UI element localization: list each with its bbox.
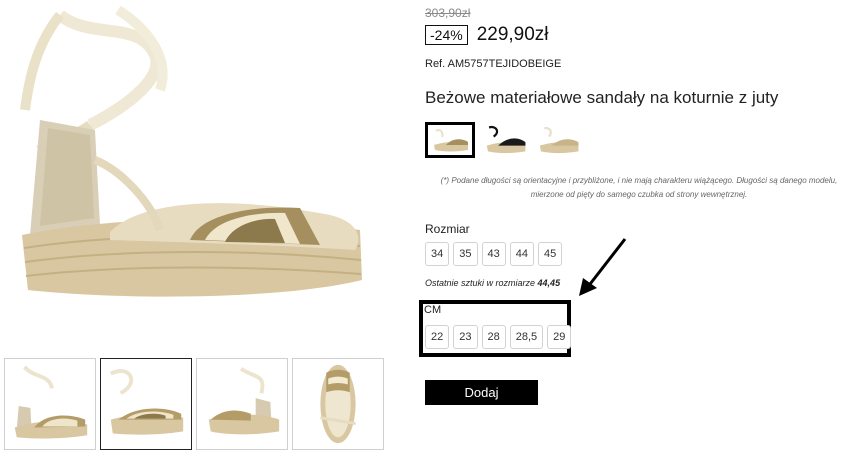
cm-option[interactable]: 22 <box>425 325 450 349</box>
disclaimer-line-2: mierzone od pięty do samego czubka od st… <box>530 190 748 199</box>
price-row: -24% 229,90zł <box>425 24 549 46</box>
size-options-cm: 22 23 28 28,5 29 <box>425 325 575 349</box>
cm-option[interactable]: 28,5 <box>509 325 544 349</box>
size-option[interactable]: 44 <box>509 242 534 266</box>
cm-option[interactable]: 23 <box>453 325 478 349</box>
cm-option[interactable]: 28 <box>481 325 506 349</box>
size-option[interactable]: 35 <box>453 242 478 266</box>
size-label: Rozmiar <box>425 222 470 236</box>
annotation-arrow-icon <box>579 238 627 296</box>
main-product-image[interactable] <box>0 0 392 345</box>
beige-alt-icon <box>533 122 583 158</box>
thumbnail-sandal-image <box>14 365 88 439</box>
color-option-black[interactable] <box>480 122 530 158</box>
product-reference: Ref. AM5757TEJIDOBEIGE <box>425 58 562 70</box>
last-pieces-sizes: 44,45 <box>537 278 561 288</box>
color-option-beige[interactable] <box>425 122 475 158</box>
thumbnail-3[interactable] <box>196 358 288 450</box>
cm-option[interactable]: 29 <box>547 325 572 349</box>
size-disclaimer: (*) Podane długości są orientacyjne i pr… <box>425 174 853 202</box>
cm-label: CM <box>424 304 442 316</box>
current-price: 229,90zł <box>476 24 549 45</box>
disclaimer-line-1: (*) Podane długości są orientacyjne i pr… <box>440 176 838 185</box>
thumbnail-2[interactable] <box>100 358 192 450</box>
size-option[interactable]: 34 <box>425 242 450 266</box>
size-options-eu: 34 35 43 44 45 <box>425 242 566 266</box>
espadrille-sandal-image <box>20 5 362 297</box>
thumbnail-sandal-image <box>208 367 280 435</box>
discount-badge: -24% <box>425 25 468 45</box>
add-to-cart-button[interactable]: Dodaj <box>425 380 538 405</box>
color-option-beige-alt[interactable] <box>533 122 583 158</box>
black-icon <box>480 122 530 158</box>
thumbnail-sandal-image <box>109 369 184 435</box>
product-title: Beżowe materiałowe sandały na koturnie z… <box>425 88 779 107</box>
last-pieces-text: Ostatnie sztuki w rozmiarze <box>425 278 536 288</box>
size-option[interactable]: 45 <box>538 242 563 266</box>
thumbnail-sandal-top-image <box>320 364 356 444</box>
beige-icon <box>428 125 472 155</box>
thumbnail-gallery <box>4 358 388 450</box>
last-pieces-notice: Ostatnie sztuki w rozmiarze 44,45 <box>425 278 560 288</box>
old-price: 303,90zł <box>425 6 471 20</box>
size-option[interactable]: 43 <box>481 242 506 266</box>
thumbnail-1[interactable] <box>4 358 96 450</box>
thumbnail-4[interactable] <box>292 358 384 450</box>
